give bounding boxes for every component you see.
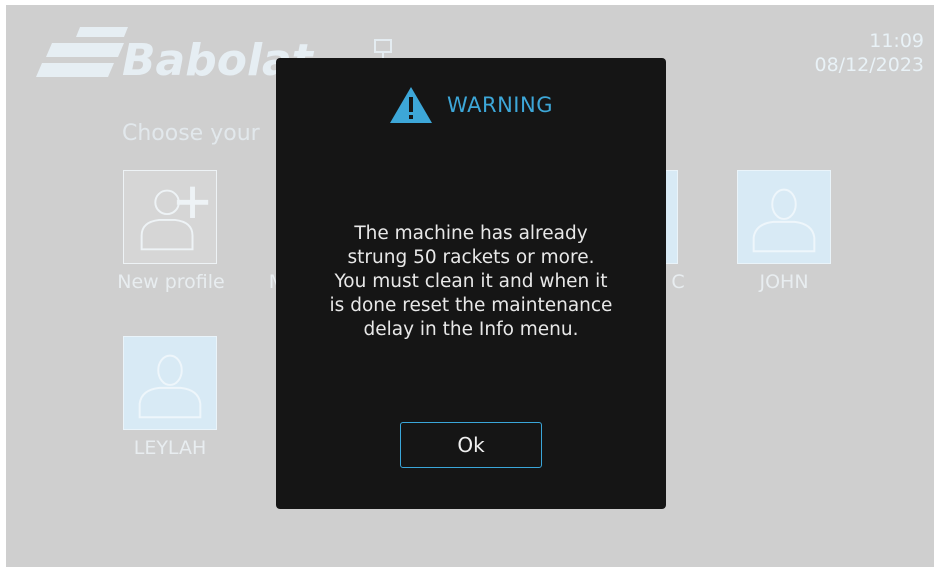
dialog-header: WARNING <box>276 86 666 124</box>
profile-tile-john[interactable] <box>737 170 831 264</box>
user-icon <box>138 354 202 419</box>
clock-time: 11:09 <box>869 30 924 52</box>
add-user-icon <box>140 186 209 251</box>
profile-label-new: New profile <box>117 271 225 293</box>
clock: 11:09 08/12/2023 <box>814 29 924 77</box>
page-title: Choose your <box>122 121 260 146</box>
ok-button[interactable]: Ok <box>400 422 542 468</box>
warning-dialog: WARNING The machine has already strung 5… <box>276 58 666 509</box>
clock-date: 08/12/2023 <box>814 54 924 76</box>
dialog-title: WARNING <box>447 93 553 117</box>
new-profile-tile[interactable] <box>123 170 217 264</box>
dialog-message: The machine has already strung 50 racket… <box>329 223 613 340</box>
warning-icon <box>390 87 433 123</box>
user-icon <box>752 188 816 253</box>
profile-label-leylah: LEYLAH <box>133 437 207 459</box>
profile-tile-leylah[interactable] <box>123 336 217 430</box>
profile-label-john: JOHN <box>759 271 809 293</box>
profile-label-c: C <box>671 271 685 293</box>
